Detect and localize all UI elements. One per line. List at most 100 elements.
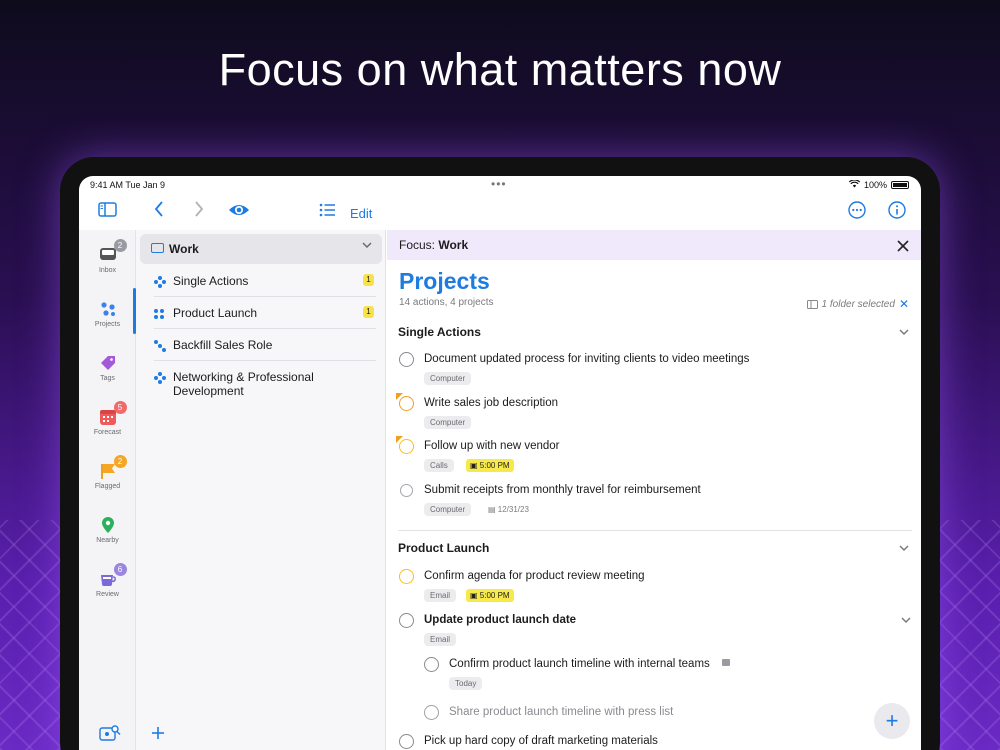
- divider: [154, 296, 376, 297]
- app-screen: 9:41 AM Tue Jan 9 ••• 100% Edit 2 Inbox …: [79, 176, 921, 750]
- parallel-project-icon: [154, 308, 165, 319]
- rail-item-tags[interactable]: Tags: [79, 354, 136, 382]
- task-title: Document updated process for inviting cl…: [424, 353, 750, 365]
- rail-item-nearby[interactable]: Nearby: [79, 516, 136, 544]
- defer-date-text: 12/31/23: [497, 505, 529, 514]
- due-count-badge: 1: [363, 306, 374, 318]
- task-row-group[interactable]: Update product launch date Email: [398, 612, 912, 652]
- task-row[interactable]: Confirm agenda for product review meetin…: [398, 568, 898, 608]
- task-row[interactable]: Write sales job description Computer: [396, 393, 898, 435]
- task-title: Confirm product launch timeline with int…: [449, 658, 710, 670]
- close-focus-icon[interactable]: [897, 234, 909, 257]
- sidebar-item-networking[interactable]: Networking & Professional Development: [154, 370, 374, 400]
- tag-icon: [99, 354, 117, 372]
- task-checkbox[interactable]: [399, 352, 414, 367]
- note-icon: [722, 659, 730, 666]
- rail-item-perspectives[interactable]: [79, 724, 136, 745]
- focus-label: Focus: Work: [399, 238, 468, 252]
- perspective-search-icon: [98, 724, 120, 742]
- inbox-icon: 2: [99, 239, 127, 264]
- forecast-badge: 5: [113, 401, 127, 414]
- marketing-headline: Focus on what matters now: [218, 44, 782, 95]
- task-row[interactable]: Submit receipts from monthly travel for …: [398, 482, 898, 522]
- subtask-row[interactable]: Share product launch timeline with press…: [423, 704, 903, 724]
- rail-item-flagged[interactable]: 2 Flagged: [79, 455, 136, 490]
- clear-selection-icon[interactable]: ✕: [899, 297, 909, 311]
- sidebar-item-single-actions[interactable]: Single Actions 1: [154, 274, 374, 290]
- folder-selected-text: 1 folder selected: [821, 298, 895, 310]
- sidebar-item-label: Backfill Sales Role: [173, 338, 273, 352]
- section-header[interactable]: Product Launch: [398, 541, 489, 555]
- due-badge: ▣ 5:00 PM: [466, 459, 514, 472]
- task-checkbox[interactable]: [399, 734, 414, 749]
- task-tag: Computer: [424, 372, 472, 385]
- sidebar-item-label: Networking & Professional Development: [173, 370, 314, 398]
- subtask-row[interactable]: Confirm product launch timeline with int…: [423, 656, 903, 696]
- section-divider: [398, 530, 912, 531]
- chevron-down-icon[interactable]: [899, 327, 909, 340]
- status-right: 100%: [848, 179, 909, 190]
- folder-icon: [151, 243, 164, 253]
- rail-item-inbox[interactable]: 2 Inbox: [79, 239, 136, 274]
- rail-label-forecast: Forecast: [93, 429, 122, 436]
- sidebar-item-backfill-sales-role[interactable]: Backfill Sales Role: [154, 338, 374, 354]
- chevron-down-icon[interactable]: [362, 240, 372, 253]
- review-cup-icon: 6: [99, 563, 127, 588]
- task-checkbox[interactable]: [424, 657, 439, 672]
- rail-label-review: Review: [96, 591, 119, 598]
- folder-selection-indicator[interactable]: 1 folder selected ✕: [806, 297, 909, 311]
- flag-marker-icon: [396, 436, 403, 443]
- task-title: Write sales job description: [424, 397, 559, 409]
- info-icon[interactable]: [888, 201, 906, 223]
- forward-chevron-icon[interactable]: [194, 201, 204, 221]
- location-pin-icon: [99, 516, 117, 534]
- main-content: Focus: Work Projects 14 actions, 4 proje…: [387, 230, 921, 750]
- task-title: Confirm agenda for product review meetin…: [424, 570, 645, 582]
- section-header[interactable]: Single Actions: [398, 325, 481, 339]
- task-checkbox-deferred[interactable]: [400, 484, 413, 497]
- review-badge: 6: [113, 563, 127, 576]
- task-checkbox[interactable]: [399, 569, 414, 584]
- task-row[interactable]: Document updated process for inviting cl…: [398, 351, 898, 391]
- eye-icon[interactable]: [228, 201, 250, 221]
- folder-header-work[interactable]: Work: [140, 234, 382, 264]
- task-tag: Computer: [424, 503, 472, 516]
- defer-calendar-icon: ▤: [488, 505, 498, 514]
- projects-icon: [99, 300, 117, 318]
- battery-icon: [891, 181, 909, 189]
- single-actions-icon: [154, 276, 166, 288]
- task-tag: Email: [424, 589, 457, 602]
- nav-rail: 2 Inbox Projects Tags 5 Forecast 2 Flagg…: [79, 230, 136, 750]
- page-title: Projects: [399, 268, 490, 294]
- task-row[interactable]: Pick up hard copy of draft marketing mat…: [398, 733, 898, 750]
- inbox-badge: 2: [113, 239, 127, 252]
- rail-label-inbox: Inbox: [98, 267, 117, 274]
- add-project-plus-icon[interactable]: [151, 726, 165, 745]
- toolbar: Edit: [79, 194, 921, 230]
- task-checkbox[interactable]: [424, 705, 439, 720]
- list-icon[interactable]: [319, 201, 336, 221]
- sidebar-item-product-launch[interactable]: Product Launch 1: [154, 306, 374, 322]
- rail-item-forecast[interactable]: 5 Forecast: [79, 401, 136, 436]
- task-title: Follow up with new vendor: [424, 440, 560, 452]
- task-checkbox[interactable]: [399, 613, 414, 628]
- rail-label-flagged: Flagged: [94, 483, 121, 490]
- multitasking-dots[interactable]: •••: [491, 177, 507, 191]
- rail-item-review[interactable]: 6 Review: [79, 563, 136, 598]
- sidebar-toggle-icon[interactable]: [98, 201, 117, 221]
- more-options-icon[interactable]: [848, 201, 866, 223]
- rail-label-projects: Projects: [94, 321, 121, 328]
- status-bar: 9:41 AM Tue Jan 9 ••• 100%: [79, 176, 921, 194]
- task-row[interactable]: Follow up with new vendor Calls ▣ 5:00 P…: [396, 436, 898, 478]
- task-title: Share product launch timeline with press…: [449, 706, 674, 718]
- task-tag: Email: [424, 633, 457, 646]
- edit-button[interactable]: Edit: [350, 204, 372, 224]
- due-badge: ▣ 5:00 PM: [466, 589, 514, 602]
- back-chevron-icon[interactable]: [154, 201, 164, 221]
- chevron-down-icon[interactable]: [899, 543, 909, 556]
- divider: [154, 360, 376, 361]
- chevron-down-icon[interactable]: [901, 615, 911, 628]
- add-action-button[interactable]: +: [874, 703, 910, 739]
- rail-item-projects[interactable]: Projects: [79, 300, 136, 328]
- project-sidebar: Work Single Actions 1 Product Launch 1 B…: [136, 230, 386, 750]
